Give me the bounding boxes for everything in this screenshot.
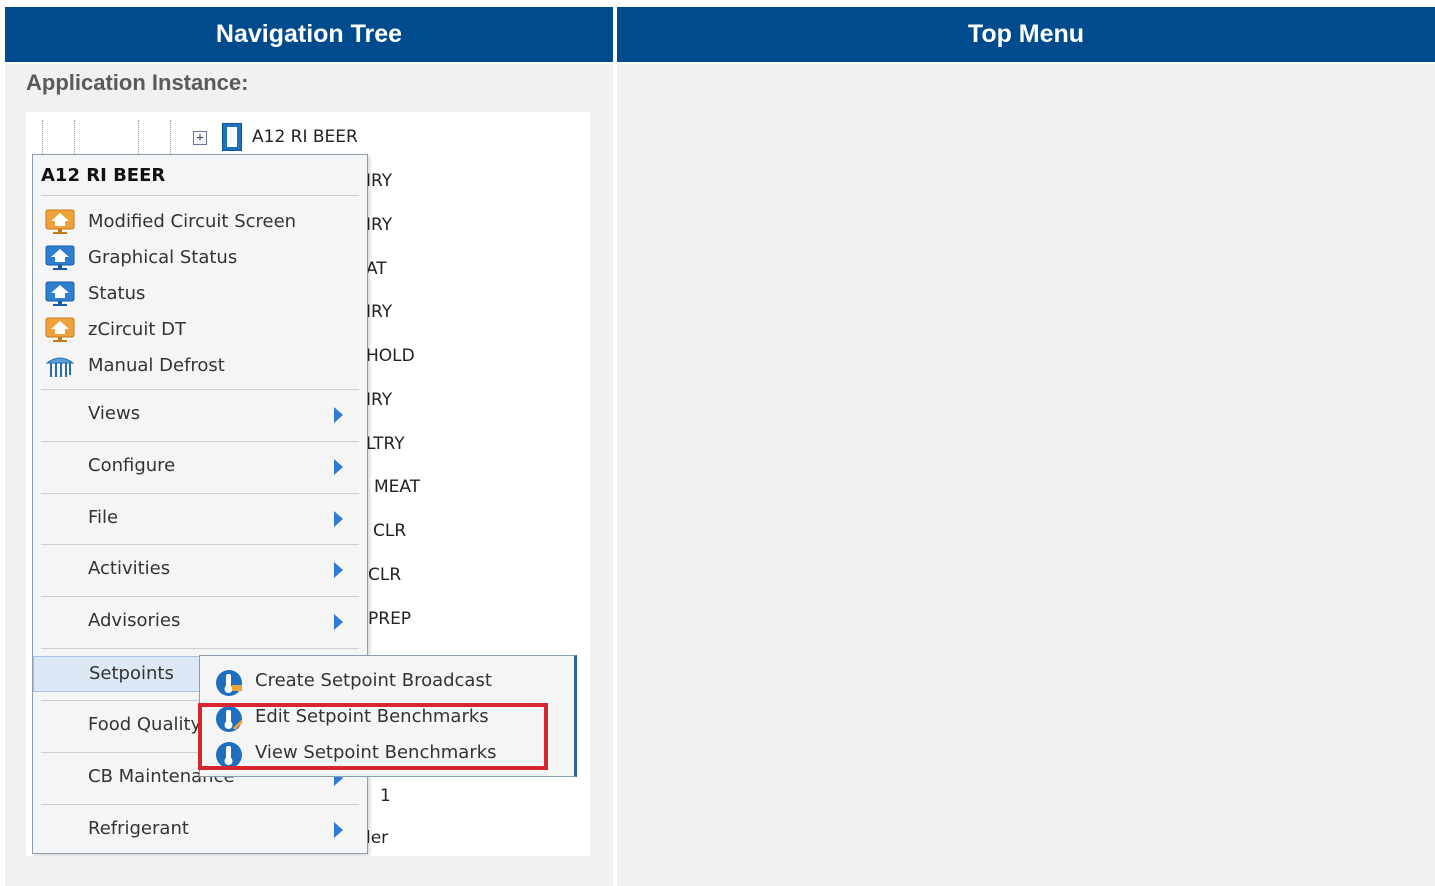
blue-screen-icon <box>45 281 75 306</box>
menu-separator <box>41 804 359 805</box>
menu-item-label: Configure <box>88 455 176 476</box>
menu-item-label: Graphical Status <box>88 247 238 268</box>
blue-screen-icon <box>45 245 75 270</box>
menu-item-configure[interactable]: Configure <box>33 449 367 485</box>
tree-item[interactable]: PREP <box>368 609 411 629</box>
submenu-item-create-setpoint-broadcast[interactable]: Create Setpoint Broadcast <box>200 662 574 698</box>
menu-separator <box>41 544 359 545</box>
highlight-box <box>198 703 548 770</box>
submenu-arrow-icon <box>334 822 343 838</box>
submenu-arrow-icon <box>334 459 343 475</box>
menu-item-status[interactable]: Status <box>33 277 367 313</box>
navigation-tree-title: Navigation Tree <box>215 20 403 48</box>
menu-item-modified-circuit-screen[interactable]: Modified Circuit Screen <box>33 205 367 241</box>
submenu-arrow-icon <box>334 614 343 630</box>
menu-item-label: zCircuit DT <box>88 319 186 340</box>
menu-item-label: Food Quality <box>88 714 202 735</box>
menu-separator <box>41 195 359 196</box>
menu-separator <box>41 441 359 442</box>
top-menu-panel <box>617 64 1435 886</box>
top-menu-title: Top Menu <box>967 20 1085 48</box>
menu-separator <box>41 389 359 390</box>
context-menu-title: A12 RI BEER <box>41 165 166 186</box>
setpoint-broadcast-icon <box>216 670 242 696</box>
submenu-arrow-icon <box>334 511 343 527</box>
tree-item[interactable]: CLR <box>368 565 401 585</box>
tree-item[interactable]: IRY <box>366 390 392 410</box>
menu-item-label: Manual Defrost <box>88 355 225 376</box>
tree-item[interactable]: CLR <box>373 521 406 541</box>
menu-item-activities[interactable]: Activities <box>33 552 367 588</box>
application-instance-label: Application Instance: <box>26 70 249 95</box>
menu-item-label: Refrigerant <box>88 818 189 839</box>
tree-item[interactable]: AT <box>366 259 387 279</box>
menu-item-manual-defrost[interactable]: Manual Defrost <box>33 349 367 385</box>
menu-item-label: Views <box>88 403 141 424</box>
menu-separator <box>41 596 359 597</box>
menu-item-zcircuit-dt[interactable]: zCircuit DT <box>33 313 367 349</box>
tree-item[interactable]: 1 <box>380 786 391 806</box>
tree-item[interactable]: ler <box>366 828 388 848</box>
application-icon <box>222 123 242 151</box>
menu-item-label: File <box>88 507 119 528</box>
defrost-icon <box>45 357 75 377</box>
menu-item-label: Setpoints <box>89 663 174 684</box>
menu-item-label: Status <box>88 283 146 304</box>
navigation-tree-header: Navigation Tree <box>5 7 613 62</box>
tree-item[interactable]: LTRY <box>366 434 405 454</box>
tree-root-item[interactable]: A12 RI BEER <box>252 127 358 147</box>
submenu-arrow-icon <box>334 562 343 578</box>
tree-item[interactable]: IRY <box>366 171 392 191</box>
tree-item[interactable]: IRY <box>366 215 392 235</box>
menu-item-file[interactable]: File <box>33 501 367 537</box>
menu-item-refrigerant[interactable]: Refrigerant <box>33 812 367 848</box>
menu-item-views[interactable]: Views <box>33 397 367 433</box>
menu-item-label: Modified Circuit Screen <box>88 211 297 232</box>
menu-separator <box>41 648 359 649</box>
menu-item-label: Activities <box>88 558 171 579</box>
submenu-item-label: Create Setpoint Broadcast <box>255 670 492 691</box>
tree-item[interactable]: IRY <box>366 302 392 322</box>
submenu-arrow-icon <box>334 407 343 423</box>
menu-separator <box>41 493 359 494</box>
tree-item[interactable]: HOLD <box>366 346 415 366</box>
menu-item-advisories[interactable]: Advisories <box>33 604 367 640</box>
expand-icon[interactable]: + <box>193 131 207 145</box>
menu-item-graphical-status[interactable]: Graphical Status <box>33 241 367 277</box>
tree-item[interactable]: MEAT <box>374 477 420 497</box>
navigation-tree-screenshot: + A12 RI BEER IRY IRY AT IRY HOLD IRY LT… <box>26 112 590 856</box>
top-menu-header: Top Menu <box>617 7 1435 62</box>
orange-screen-icon <box>45 317 75 342</box>
orange-screen-icon <box>45 209 75 234</box>
menu-item-label: Advisories <box>88 610 181 631</box>
